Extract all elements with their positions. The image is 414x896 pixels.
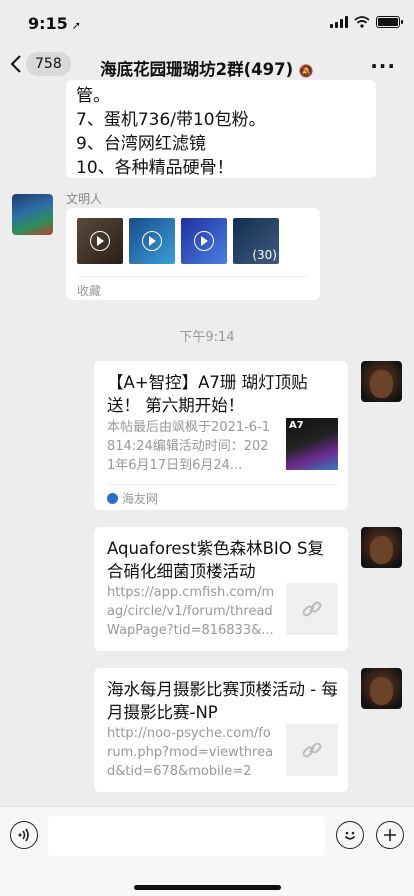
thumbnail-label: A7 xyxy=(289,420,304,431)
emoji-icon xyxy=(344,831,356,840)
link-description: 本帖最后由飒枫于2021-6-1814:24编辑活动时间：2021年6月17日到… xyxy=(107,420,271,473)
chat-title: 海底花园珊瑚坊2群(497) 🔕 xyxy=(0,56,414,80)
sender-avatar[interactable] xyxy=(12,194,53,235)
message-input[interactable] xyxy=(48,816,325,856)
link-source-name: 海友网 xyxy=(122,492,159,506)
home-indicator[interactable] xyxy=(134,885,281,890)
emoji-button[interactable] xyxy=(336,821,364,849)
mute-icon: 🔕 xyxy=(298,64,314,78)
video-collection-bubble[interactable]: (30) 收藏 xyxy=(66,208,320,300)
link-title: 【A+智控】A7珊 瑚灯顶贴送！ 第六期开始！ xyxy=(107,373,308,415)
link-card[interactable]: Aquaforest紫色森林BIO S复合硝化细菌顶楼活动 https://ap… xyxy=(94,527,348,651)
input-bar xyxy=(0,806,414,896)
more-icon[interactable]: ··· xyxy=(370,54,396,78)
video-thumbnail[interactable]: (30) xyxy=(233,218,279,264)
link-icon xyxy=(302,742,322,758)
link-title: Aquaforest紫色森林BIO S复合硝化细菌顶楼活动 xyxy=(107,539,324,581)
text-line: 9、台湾网红滤镜 xyxy=(76,134,206,154)
sender-name: 文明人 xyxy=(66,192,103,206)
divider xyxy=(77,276,309,277)
signal-icon xyxy=(330,16,348,28)
text-message-bubble[interactable]: 管。 7、蛋机736/带10包粉。 9、台湾网红滤镜 10、各种精品硬骨！ xyxy=(66,80,376,178)
link-thumbnail xyxy=(286,724,338,776)
link-thumbnail: A7 xyxy=(286,418,338,470)
video-more-count: (30) xyxy=(252,248,277,262)
video-thumbnail[interactable] xyxy=(181,218,227,264)
my-avatar[interactable] xyxy=(361,361,402,402)
play-icon xyxy=(194,231,214,251)
text-line: 管。 xyxy=(76,86,110,106)
link-description: https://app.cmfish.com/mag/circle/v1/for… xyxy=(107,585,275,638)
status-time: 9:15 ➚ xyxy=(28,14,81,33)
video-thumbnail[interactable] xyxy=(129,218,175,264)
voice-icon xyxy=(18,828,29,842)
source-logo-icon xyxy=(107,493,118,504)
status-icons xyxy=(330,16,403,28)
video-thumbnail[interactable] xyxy=(77,218,123,264)
location-arrow-icon: ➚ xyxy=(71,19,82,32)
my-avatar[interactable] xyxy=(361,527,402,568)
chat-title-text: 海底花园珊瑚坊2群(497) xyxy=(100,60,294,79)
link-title: 海水每月摄影比赛顶楼活动 - 每月摄影比赛-NP xyxy=(107,680,338,722)
status-time-text: 9:15 xyxy=(28,14,68,33)
link-card[interactable]: 【A+智控】A7珊 瑚灯顶贴送！ 第六期开始！ 本帖最后由飒枫于2021-6-1… xyxy=(94,361,348,510)
my-avatar[interactable] xyxy=(361,668,402,709)
link-description: http://noo-psyche.com/forum.php?mod=view… xyxy=(107,726,274,779)
link-thumbnail xyxy=(286,583,338,635)
play-icon xyxy=(142,231,162,251)
more-functions-button[interactable] xyxy=(376,821,404,849)
status-bar: 9:15 ➚ xyxy=(0,0,414,44)
text-line: 10、各种精品硬骨！ xyxy=(76,158,234,178)
divider xyxy=(107,484,338,485)
play-icon xyxy=(90,231,110,251)
link-icon xyxy=(302,601,322,617)
text-line: 7、蛋机736/带10包粉。 xyxy=(76,110,266,130)
voice-button[interactable] xyxy=(10,821,38,849)
battery-icon xyxy=(376,16,403,28)
plus-icon xyxy=(384,829,396,841)
wifi-icon xyxy=(354,16,370,28)
link-card[interactable]: 海水每月摄影比赛顶楼活动 - 每月摄影比赛-NP http://noo-psyc… xyxy=(94,668,348,792)
favorite-source-label: 收藏 xyxy=(77,284,102,298)
link-source: 海友网 xyxy=(107,490,158,507)
message-timestamp: 下午9:14 xyxy=(179,330,235,345)
